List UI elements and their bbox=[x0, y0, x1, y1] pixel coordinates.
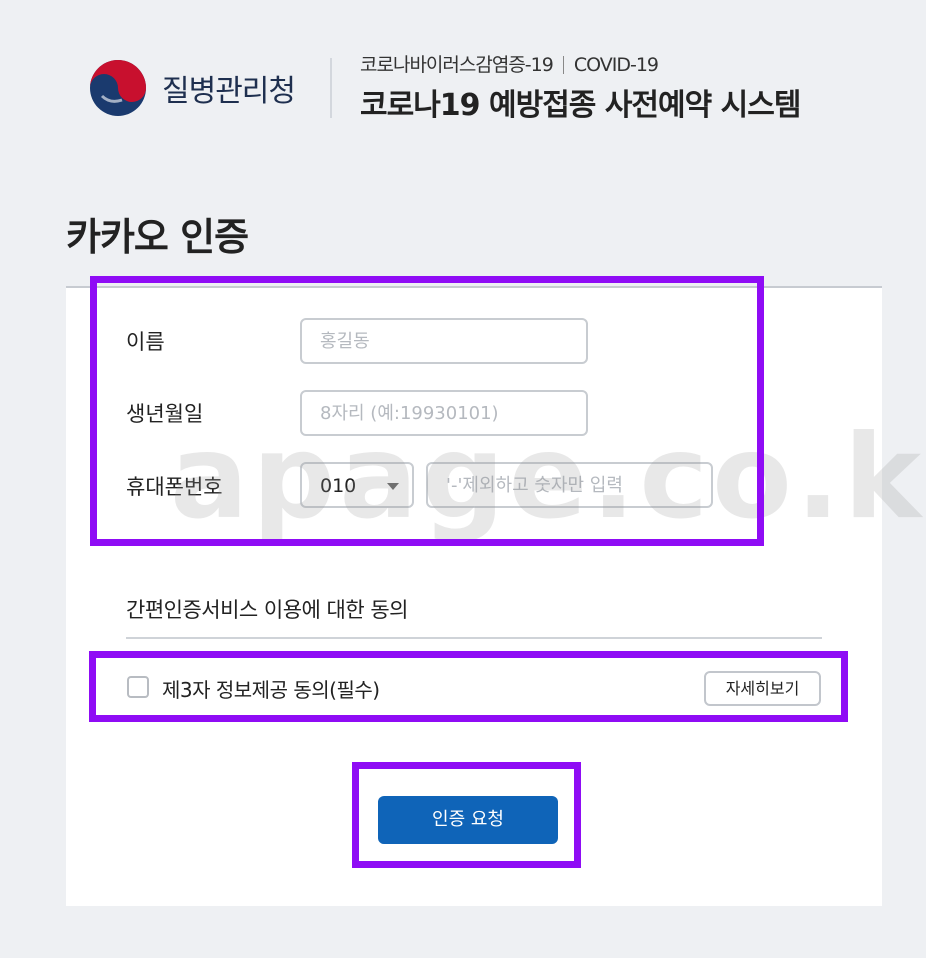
request-auth-button[interactable]: 인증 요청 bbox=[378, 796, 558, 844]
page-title: 카카오 인증 bbox=[66, 215, 249, 259]
subtitle-left: 코로나바이러스감염증-19 bbox=[360, 54, 554, 76]
name-field[interactable] bbox=[300, 318, 588, 364]
phone-prefix-select[interactable]: 010 bbox=[300, 462, 414, 508]
subtitle-separator bbox=[562, 56, 564, 74]
phone-field[interactable] bbox=[426, 462, 713, 508]
system-title: 코로나19 예방접종 사전예약 시스템 bbox=[360, 88, 801, 123]
header-subtitle: 코로나바이러스감염증-19 COVID-19 bbox=[360, 50, 659, 77]
header-divider bbox=[330, 58, 332, 118]
org-name: 질병관리청 bbox=[162, 74, 296, 109]
third-party-consent-label[interactable]: 제3자 정보제공 동의(필수) bbox=[162, 674, 380, 703]
name-input[interactable] bbox=[302, 320, 586, 362]
agreement-title: 간편인증서비스 이용에 대한 동의 bbox=[126, 598, 409, 622]
phone-prefix-value: 010 bbox=[320, 475, 357, 497]
phone-label: 휴대폰번호 bbox=[126, 475, 223, 499]
name-label: 이름 bbox=[126, 330, 165, 354]
chevron-down-icon bbox=[387, 483, 399, 490]
phone-input[interactable] bbox=[428, 464, 711, 506]
subtitle-right: COVID-19 bbox=[573, 54, 659, 76]
kdca-logo-icon bbox=[90, 60, 146, 116]
birth-label: 생년월일 bbox=[126, 402, 204, 426]
header: 질병관리청 코로나바이러스감염증-19 COVID-19 코로나19 예방접종 사… bbox=[0, 0, 926, 150]
agreement-divider bbox=[126, 637, 822, 639]
birth-input[interactable] bbox=[302, 392, 586, 434]
birth-field[interactable] bbox=[300, 390, 588, 436]
third-party-consent-checkbox[interactable] bbox=[127, 676, 149, 698]
view-details-button[interactable]: 자세히보기 bbox=[704, 671, 821, 706]
